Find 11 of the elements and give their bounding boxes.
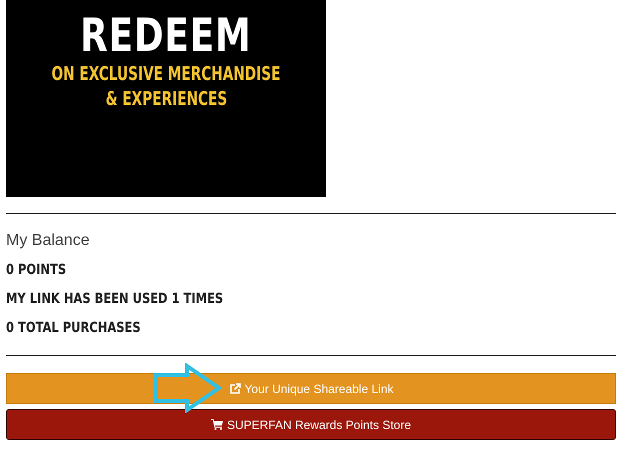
store-button[interactable]: SUPERFAN Rewards Points Store [6,409,616,440]
balance-stat: 0 POINTS [6,261,66,280]
balance-stat: 0 TOTAL PURCHASES [6,319,141,338]
balance-stat: MY LINK HAS BEEN USED 1 TIMES [6,290,224,309]
cart-icon [210,419,223,430]
banner-subtitle: & EXPERIENCES [105,87,227,112]
balance-label: My Balance [6,231,91,251]
banner-subtitle: ON EXCLUSIVE MERCHANDISE [52,62,280,87]
arrow-icon [153,363,223,413]
banner-title: REDEEM [80,8,252,62]
external-link-icon [228,382,240,394]
